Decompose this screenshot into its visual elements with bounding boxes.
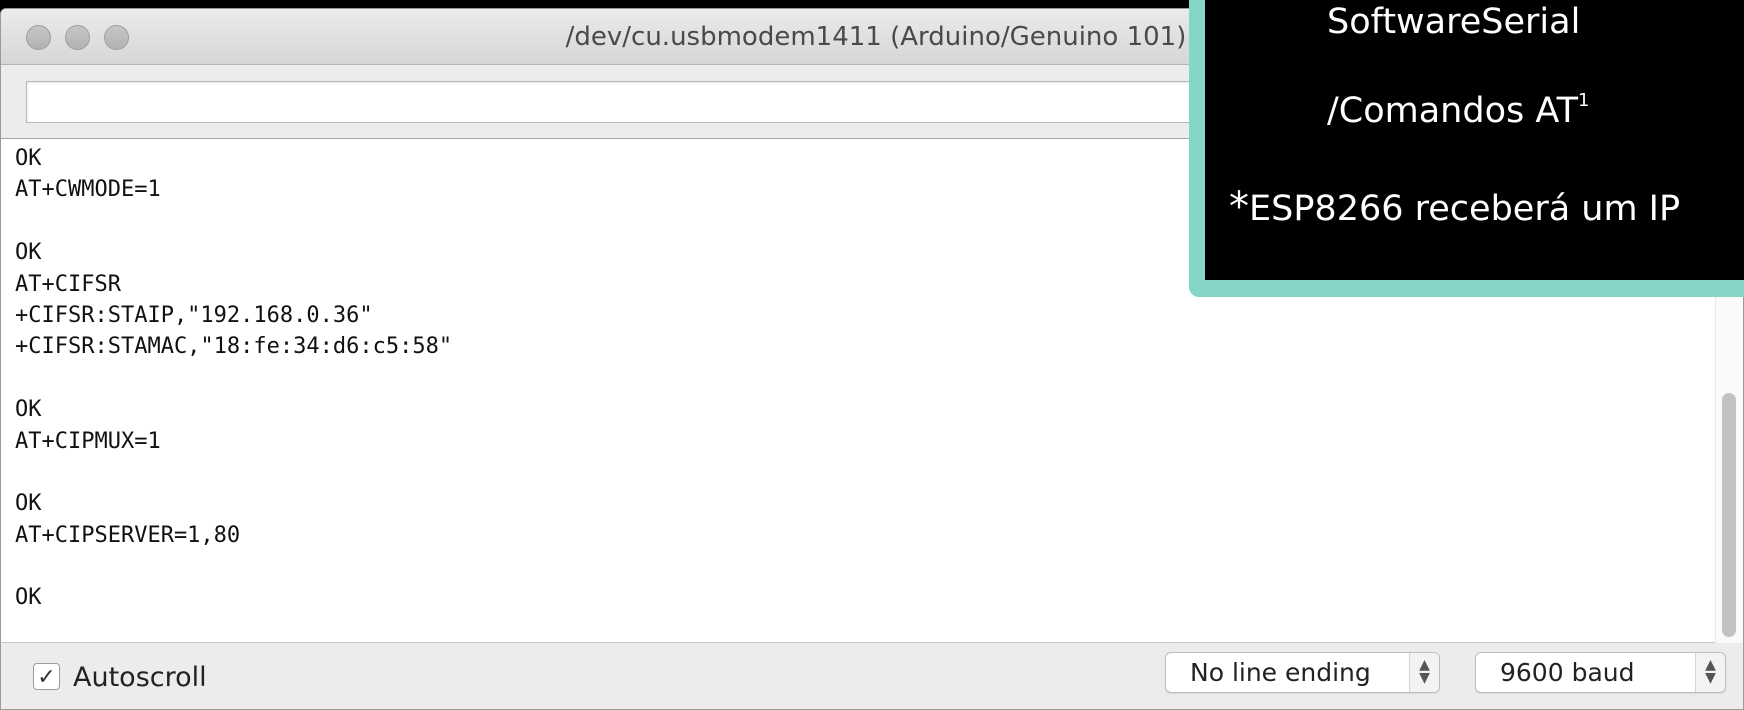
scrollbar-thumb[interactable] <box>1722 393 1736 637</box>
overlay-line-ip: *ESP8266 receberá um IP <box>1229 184 1680 230</box>
select-arrows-icon: ▲ ▼ <box>1695 653 1725 692</box>
line-ending-value: No line ending <box>1190 658 1371 687</box>
console-line: OK <box>15 491 42 517</box>
bottom-toolbar: ✓ Autoscroll No line ending ▲ ▼ 9600 bau… <box>1 643 1743 709</box>
select-arrows-icon: ▲ ▼ <box>1409 653 1439 692</box>
baud-rate-value: 9600 baud <box>1500 658 1635 687</box>
console-line: +CIFSR:STAIP,"192.168.0.36" <box>15 302 373 328</box>
line-ending-select[interactable]: No line ending ▲ ▼ <box>1165 652 1440 693</box>
autoscroll-label[interactable]: Autoscroll <box>73 662 207 693</box>
autoscroll-checkbox[interactable]: ✓ <box>33 663 60 690</box>
console-line: OK <box>15 585 42 611</box>
baud-rate-select[interactable]: 9600 baud ▲ ▼ <box>1475 652 1726 693</box>
asterisk-marker: * <box>1229 184 1249 230</box>
overlay-ip-text: ESP8266 receberá um IP <box>1249 189 1681 229</box>
overlay-footnote-marker: 1 <box>1577 90 1590 111</box>
overlay-panel: SoftwareSerial /Comandos AT1 *ESP8266 re… <box>1205 0 1744 280</box>
select-arrow-down-icon: ▼ <box>1705 670 1716 686</box>
overlay-comandos-text: /Comandos AT <box>1327 91 1578 131</box>
overlay-line-softwareserial: SoftwareSerial <box>1327 2 1581 42</box>
select-arrow-down-icon: ▼ <box>1419 670 1430 686</box>
console-line: OK <box>15 397 42 423</box>
console-line: AT+CIPMUX=1 <box>15 428 161 454</box>
overlay-line-comandos: /Comandos AT1 <box>1327 90 1589 131</box>
slide-overlay: SoftwareSerial /Comandos AT1 *ESP8266 re… <box>1189 0 1744 297</box>
console-line: AT+CIPSERVER=1,80 <box>15 522 241 548</box>
console-line: +CIFSR:STAMAC,"18:fe:34:d6:c5:58" <box>15 334 453 360</box>
